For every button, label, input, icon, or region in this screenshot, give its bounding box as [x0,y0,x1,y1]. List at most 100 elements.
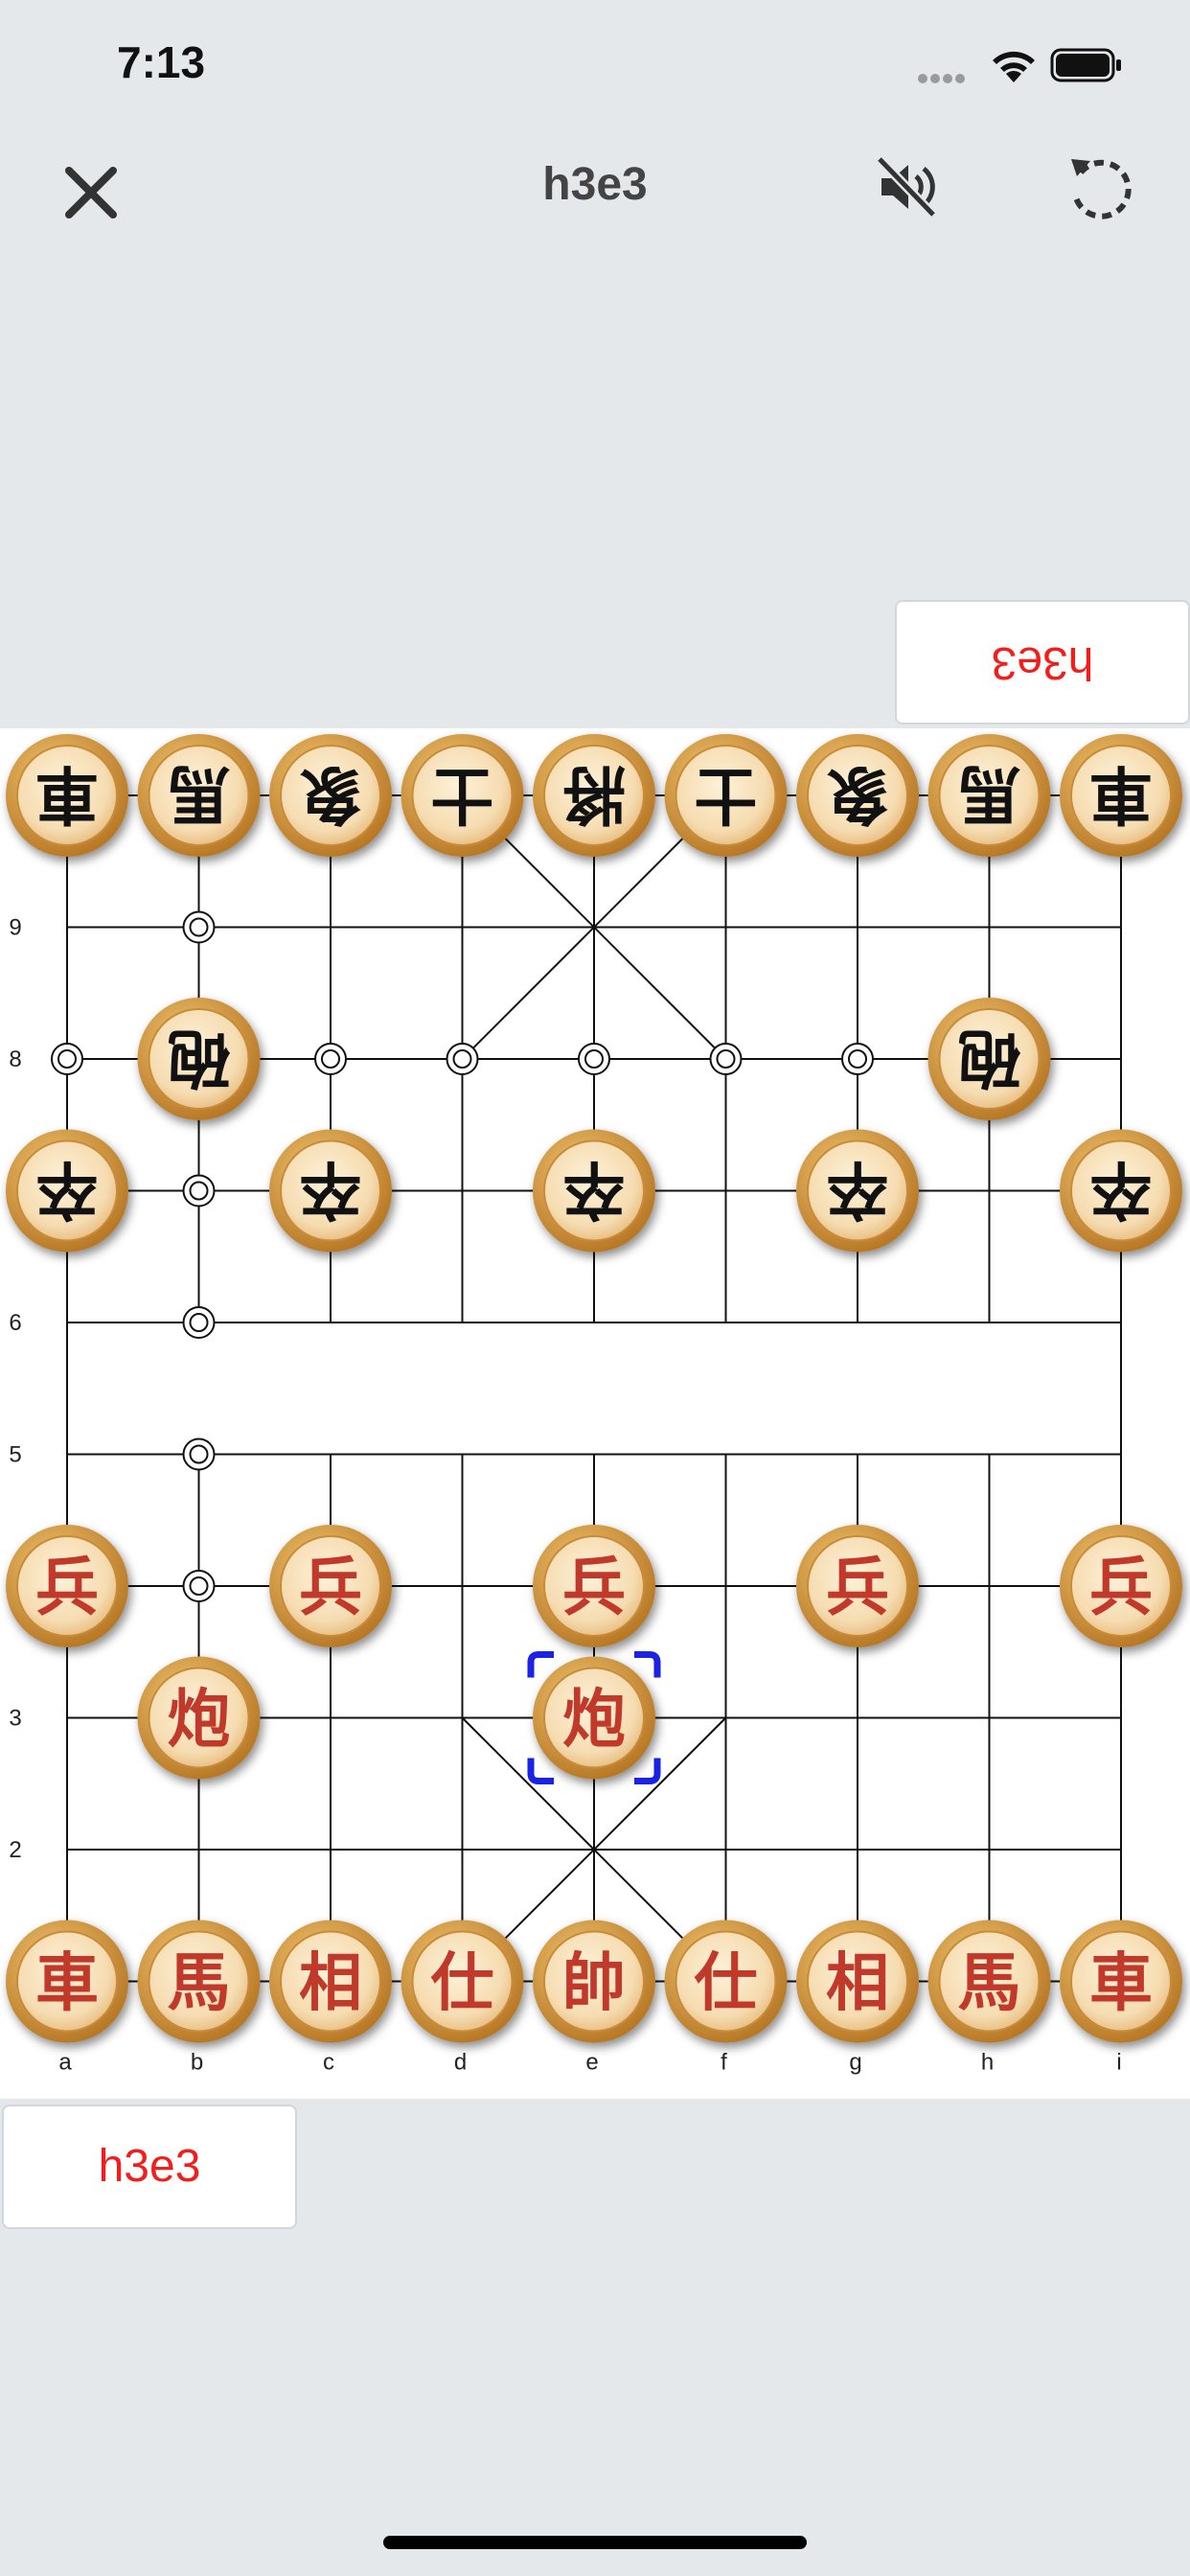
point-marker [182,1174,216,1208]
piece-label: 車 [1089,1945,1153,2020]
red-piece-e1[interactable]: 帥 [533,1920,655,2043]
piece-label: 象 [826,757,889,832]
file-label: g [849,2050,861,2076]
piece-label: 相 [826,1945,889,2020]
piece-label: 炮 [168,1682,231,1757]
rotate-reset-icon[interactable] [1065,153,1136,224]
black-piece-g10[interactable]: 象 [796,734,919,857]
point-marker [314,1043,347,1075]
wifi-icon [993,51,1035,82]
piece-label: 象 [299,757,362,832]
piece-label: 兵 [826,1550,889,1624]
status-bar: 7:13 [0,0,1190,134]
rank-label: 3 [9,1706,21,1732]
piece-label: 馬 [168,1945,231,2020]
file-label: c [323,2050,334,2076]
point-marker [182,910,216,944]
red-piece-d1[interactable]: 仕 [400,1920,524,2043]
piece-label: 卒 [35,1153,99,1228]
piece-label: 士 [431,757,494,832]
piece-label: 馬 [168,757,231,832]
red-piece-a4[interactable]: 兵 [6,1525,128,1647]
black-piece-i7[interactable]: 卒 [1060,1129,1182,1253]
board-canvas[interactable]: 235689a b c d e f g h i車馬象士將士象馬車砲 砲卒卒卒卒卒兵兵兵兵兵炮 炮車馬… [0,728,1190,2099]
point-marker [182,1438,216,1471]
red-piece-g4[interactable]: 兵 [796,1525,919,1647]
battery-icon [1050,48,1121,82]
black-piece-g7[interactable]: 卒 [796,1129,919,1253]
status-time: 7:13 [117,37,206,87]
red-piece-f1[interactable]: 仕 [664,1920,788,2043]
file-label: b [191,2050,203,2076]
rank-label: 6 [9,1310,21,1336]
piece-label: 兵 [299,1550,362,1624]
point-marker [51,1043,83,1075]
black-piece-h8[interactable]: 砲 [927,998,1051,1120]
red-piece-g1[interactable]: 相 [796,1920,919,2043]
player-move-card: h3e3 [2,2104,297,2229]
piece-label: 將 [562,757,626,832]
move-title: h3e3 [542,159,648,210]
point-marker [578,1043,610,1075]
black-piece-a10[interactable]: 車 [6,734,128,857]
point-marker [841,1043,874,1075]
black-piece-f10[interactable]: 士 [664,734,788,857]
piece-label: 兵 [35,1550,99,1624]
black-piece-e10[interactable]: 將 [533,734,655,857]
red-piece-b3[interactable]: 炮 [137,1656,261,1780]
point-marker [182,1570,216,1602]
black-piece-b8[interactable]: 砲 [137,998,261,1120]
file-label: d [454,2050,467,2076]
red-piece-a1[interactable]: 車 [6,1920,128,2043]
speaker-muted-icon[interactable] [874,153,941,220]
piece-label: 卒 [1089,1153,1153,1228]
red-piece-i4[interactable]: 兵 [1060,1525,1182,1647]
red-piece-e4[interactable]: 兵 [533,1525,655,1647]
piece-label: 砲 [958,1021,1021,1095]
piece-label: 仕 [431,1945,494,2020]
black-piece-c10[interactable]: 象 [269,734,392,857]
piece-label: 卒 [826,1153,889,1228]
point-marker [446,1043,479,1075]
piece-label: 車 [1089,757,1153,832]
black-piece-b10[interactable]: 馬 [137,734,261,857]
file-label: a [58,2050,72,2076]
red-piece-c1[interactable]: 相 [269,1920,392,2043]
piece-label: 兵 [562,1550,626,1624]
point-marker [182,1306,216,1339]
piece-label: 馬 [958,1945,1021,2020]
black-piece-h10[interactable]: 馬 [927,734,1051,857]
red-piece-c4[interactable]: 兵 [269,1525,392,1647]
home-indicator [383,2536,807,2549]
point-marker [709,1043,743,1075]
piece-label: 士 [695,757,758,832]
red-piece-b1[interactable]: 馬 [137,1920,261,2043]
red-piece-i1[interactable]: 車 [1060,1920,1182,2043]
file-label: e [585,2050,598,2076]
piece-label: 卒 [562,1153,626,1228]
file-label: f [721,2050,727,2076]
xiangqi-board[interactable]: 235689abcdefghi車馬象士將士象馬車砲砲卒卒卒卒卒兵兵兵兵兵炮炮車馬… [0,728,1190,2099]
piece-label: 炮 [562,1682,626,1757]
piece-label: 兵 [1089,1550,1153,1624]
black-piece-a7[interactable]: 卒 [6,1129,128,1253]
rank-label: 5 [9,1442,21,1468]
piece-label: 馬 [958,757,1021,832]
black-piece-c7[interactable]: 卒 [269,1129,392,1253]
red-piece-h1[interactable]: 馬 [927,1920,1051,2043]
black-piece-i10[interactable]: 車 [1060,734,1182,857]
piece-label: 帥 [562,1945,626,2020]
piece-label: 相 [299,1945,362,2020]
black-piece-d10[interactable]: 士 [400,734,524,857]
rank-label: 9 [9,915,21,941]
piece-label: 砲 [168,1021,231,1095]
piece-label: 仕 [695,1945,758,2020]
file-label: h [981,2050,994,2076]
opponent-move-card: h3e3 [895,600,1190,724]
piece-label: 卒 [299,1153,362,1228]
red-piece-e3[interactable]: 炮 [533,1656,655,1780]
rank-label: 8 [9,1046,21,1072]
piece-label: 車 [35,1945,99,2020]
rank-label: 2 [9,1837,21,1863]
black-piece-e7[interactable]: 卒 [533,1129,655,1253]
